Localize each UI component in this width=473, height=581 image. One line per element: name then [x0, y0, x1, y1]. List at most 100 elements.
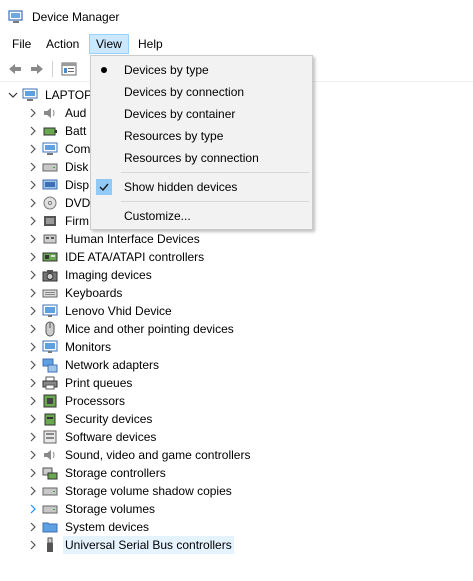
menu-item-customize[interactable]: Customize... [93, 205, 310, 227]
tree-node[interactable]: Software devices [28, 428, 158, 446]
chevron-right-icon[interactable] [28, 464, 38, 482]
tree-node[interactable]: Imaging devices [28, 266, 154, 284]
computer-icon [22, 87, 38, 103]
menu-item-devices-by-container[interactable]: Devices by container [93, 103, 310, 125]
disk-drive-icon [42, 501, 58, 517]
chevron-down-icon[interactable] [8, 86, 18, 104]
storage-controller-icon [42, 465, 58, 481]
chevron-right-icon[interactable] [28, 194, 38, 212]
chevron-right-icon[interactable] [28, 212, 38, 230]
chevron-right-icon[interactable] [28, 500, 38, 518]
menu-item-show-hidden-devices[interactable]: Show hidden devices [93, 176, 310, 198]
forward-arrow-icon[interactable] [28, 60, 46, 78]
chevron-right-icon[interactable] [28, 518, 38, 536]
tree-node[interactable]: Keyboards [28, 284, 124, 302]
speaker-icon [42, 105, 58, 121]
tree-node-label: System devices [65, 520, 150, 534]
tree-node-label: Universal Serial Bus controllers [63, 536, 234, 554]
back-arrow-icon[interactable] [6, 60, 24, 78]
keyboard-icon [42, 285, 58, 301]
tree-node[interactable]: Network adapters [28, 356, 161, 374]
tree-node[interactable]: System devices [28, 518, 151, 536]
menu-item-resources-by-type[interactable]: Resources by type [93, 125, 310, 147]
tree-node[interactable]: Storage volumes [28, 500, 157, 518]
printer-icon [42, 375, 58, 391]
menu-item-label: Customize... [124, 209, 191, 223]
tree-root-label: LAPTOP [45, 88, 93, 102]
menu-item-resources-by-connection[interactable]: Resources by connection [93, 147, 310, 169]
tree-root[interactable]: LAPTOP [8, 86, 94, 104]
tree-node[interactable]: DVD [28, 194, 92, 212]
tree-node[interactable]: Firm [28, 212, 91, 230]
menu-item-label: Resources by connection [124, 151, 259, 165]
chevron-right-icon[interactable] [28, 158, 38, 176]
chevron-right-icon[interactable] [28, 176, 38, 194]
menu-item-label: Devices by connection [124, 85, 245, 99]
window-title: Device Manager [32, 10, 120, 24]
chevron-right-icon[interactable] [28, 356, 38, 374]
processor-icon [42, 393, 58, 409]
tree-node-label: Disp [65, 178, 90, 192]
chevron-right-icon[interactable] [28, 248, 38, 266]
tree-node[interactable]: Storage controllers [28, 464, 168, 482]
tree-node-label: Imaging devices [65, 268, 152, 282]
ide-controller-icon [42, 249, 58, 265]
security-device-icon [42, 411, 58, 427]
disk-drive-icon [42, 159, 58, 175]
chevron-right-icon[interactable] [28, 536, 38, 554]
tree-node[interactable]: Disp [28, 176, 91, 194]
usb-icon [42, 537, 58, 553]
tree-node[interactable]: Batt [28, 122, 88, 140]
properties-icon[interactable] [60, 60, 78, 78]
tree-node[interactable]: Disk [28, 158, 90, 176]
tree-node[interactable]: Monitors [28, 338, 113, 356]
tree-node[interactable]: Com [28, 140, 92, 158]
chevron-right-icon[interactable] [28, 392, 38, 410]
chevron-right-icon[interactable] [28, 338, 38, 356]
chevron-right-icon[interactable] [28, 122, 38, 140]
hid-icon [42, 231, 58, 247]
tree-node-label: Batt [65, 124, 87, 138]
menu-separator [121, 172, 309, 173]
menu-item-label: Devices by container [124, 107, 236, 121]
chevron-right-icon[interactable] [28, 230, 38, 248]
tree-node-label: Aud [65, 106, 87, 120]
chevron-right-icon[interactable] [28, 140, 38, 158]
chevron-right-icon[interactable] [28, 374, 38, 392]
display-adapter-icon [42, 177, 58, 193]
tree-node[interactable]: IDE ATA/ATAPI controllers [28, 248, 206, 266]
chevron-right-icon[interactable] [28, 320, 38, 338]
chevron-right-icon[interactable] [28, 428, 38, 446]
tree-node[interactable]: Sound, video and game controllers [28, 446, 252, 464]
menu-file[interactable]: File [6, 34, 37, 54]
chevron-right-icon[interactable] [28, 104, 38, 122]
chevron-right-icon[interactable] [28, 302, 38, 320]
tree-node[interactable]: Storage volume shadow copies [28, 482, 234, 500]
tree-node[interactable]: Aud [28, 104, 88, 122]
chevron-right-icon[interactable] [28, 482, 38, 500]
tree-node[interactable]: Mice and other pointing devices [28, 320, 236, 338]
monitor-icon [42, 303, 58, 319]
tree-node-label: Security devices [65, 412, 153, 426]
tree-node[interactable]: Security devices [28, 410, 154, 428]
monitor-icon [42, 339, 58, 355]
tree-node-label: Storage controllers [65, 466, 166, 480]
chevron-right-icon[interactable] [28, 266, 38, 284]
device-manager-icon [8, 10, 23, 23]
menu-action[interactable]: Action [40, 34, 85, 54]
tree-node[interactable]: Processors [28, 392, 127, 410]
tree-node[interactable]: Print queues [28, 374, 134, 392]
tree-node[interactable]: Universal Serial Bus controllers [28, 536, 234, 554]
tree-node-label: Processors [65, 394, 126, 408]
view-dropdown-menu: Devices by type Devices by connection De… [90, 55, 313, 230]
tree-node[interactable]: Human Interface Devices [28, 230, 202, 248]
chevron-right-icon[interactable] [28, 446, 38, 464]
tree-node[interactable]: Lenovo Vhid Device [28, 302, 174, 320]
menu-separator [121, 201, 309, 202]
chevron-right-icon[interactable] [28, 410, 38, 428]
menu-item-devices-by-type[interactable]: Devices by type [93, 59, 310, 81]
menu-help[interactable]: Help [132, 34, 169, 54]
chevron-right-icon[interactable] [28, 284, 38, 302]
menu-item-devices-by-connection[interactable]: Devices by connection [93, 81, 310, 103]
menu-view[interactable]: View [89, 34, 129, 54]
